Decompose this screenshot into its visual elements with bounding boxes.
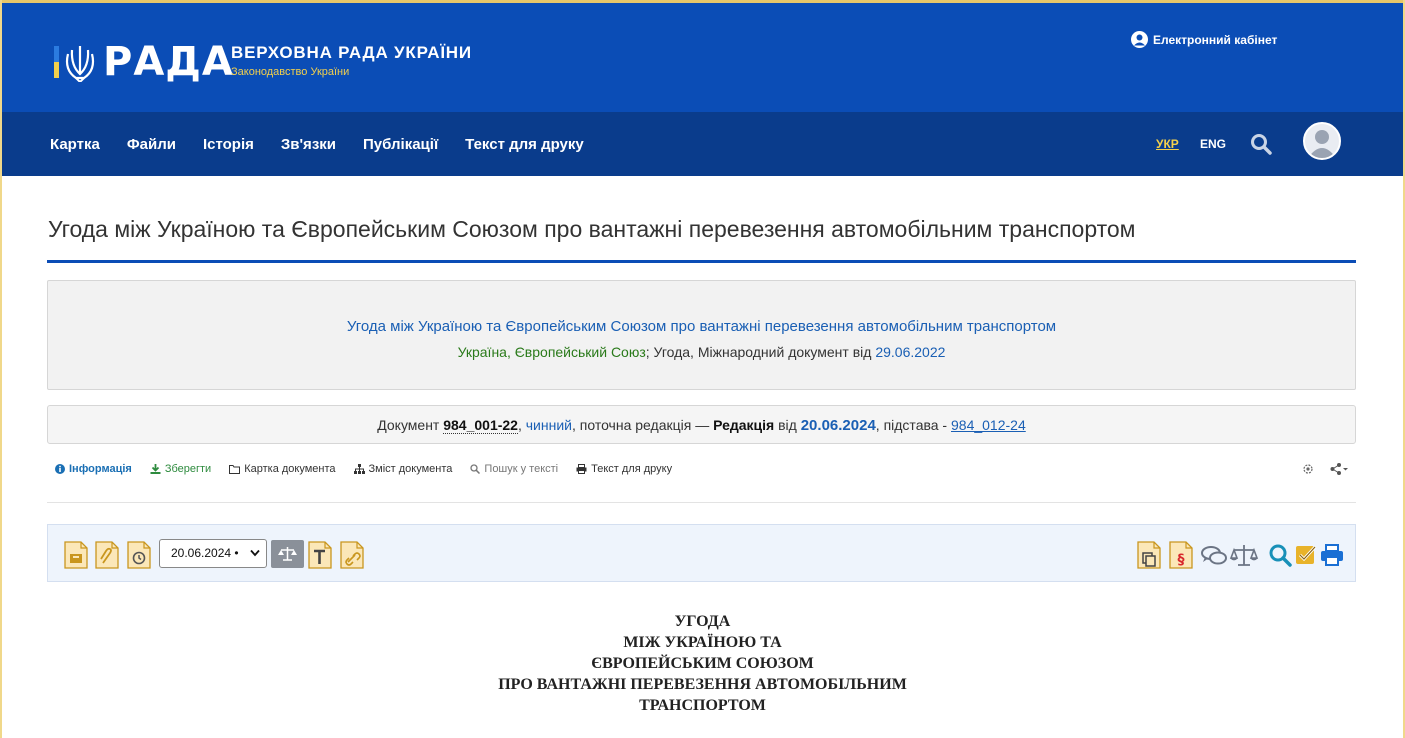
text-doc-icon[interactable] (308, 541, 332, 569)
comments-icon[interactable] (1200, 541, 1228, 569)
status-edition-date[interactable]: 20.06.2024 (801, 417, 876, 434)
tab-publications[interactable]: Публікації (363, 136, 438, 153)
card-action[interactable]: Картка документа (229, 463, 336, 475)
logo-wordmark[interactable]: РАДА (103, 40, 234, 84)
tab-card[interactable]: Картка (50, 136, 100, 153)
status-middle: , поточна редакція — (571, 417, 714, 433)
search-small-icon (470, 464, 481, 474)
info-icon (55, 464, 65, 474)
status-comma: , (517, 417, 526, 433)
doc-heading-line-5: ТРАНСПОРТОМ (639, 697, 766, 714)
edition-date-select[interactable]: 20.06.2024 • (159, 539, 267, 568)
print-icon[interactable] (1320, 541, 1344, 569)
info-document-meta: Україна, Європейський Союз; Угода, Міжна… (48, 344, 1355, 360)
folder-icon (229, 465, 241, 474)
contents-action[interactable]: Зміст документа (353, 463, 453, 475)
search-doc-icon[interactable] (1268, 541, 1292, 569)
link-doc-icon[interactable] (340, 541, 364, 569)
scales-icon (278, 547, 297, 561)
doc-heading-line-1: УГОДА (674, 613, 731, 630)
print-action-label: Текст для друку (591, 463, 673, 475)
status-state[interactable]: чинний (526, 417, 572, 433)
tab-history[interactable]: Історія (203, 136, 254, 153)
document-status-bar: Документ 984_001-22, чинний, поточна ред… (47, 405, 1356, 444)
nav-tabs: Картка Файли Історія Зв'язки Публікації … (50, 136, 584, 153)
site-title[interactable]: ВЕРХОВНА РАДА УКРАЇНИ (231, 43, 472, 63)
toolbar-right-controls (1302, 463, 1348, 475)
doc-heading-line-4: ПРО ВАНТАЖНІ ПЕРЕВЕЗЕННЯ АВТОМОБІЛЬНИМ (498, 676, 907, 693)
print-action[interactable]: Текст для друку (576, 463, 672, 475)
printer-icon (576, 464, 587, 474)
scales-compare-icon[interactable] (1229, 541, 1259, 569)
document-icon-bar: 20.06.2024 • § (47, 524, 1356, 582)
search-text-label: Пошук у тексті (484, 463, 559, 475)
save-action[interactable]: Зберегти (150, 463, 211, 475)
attachment-doc-icon[interactable] (95, 541, 119, 569)
site-subtitle[interactable]: Законодавство України (231, 66, 349, 78)
contents-action-label: Зміст документа (368, 463, 453, 475)
status-basis-label: , підстава - (875, 417, 951, 433)
compare-button[interactable] (271, 540, 304, 568)
copy-doc-icon[interactable] (1137, 541, 1161, 569)
paragraph-doc-icon[interactable]: § (1169, 541, 1193, 569)
info-parties-link[interactable]: Україна, Європейський Союз (458, 344, 646, 360)
tab-print-text[interactable]: Текст для друку (465, 136, 584, 153)
user-icon (1131, 31, 1148, 48)
info-action-label: Інформація (69, 463, 132, 475)
svg-text:§: § (1178, 552, 1185, 568)
info-document-title[interactable]: Угода між Україною та Європейським Союзо… (48, 318, 1355, 335)
chevron-down-icon (250, 549, 260, 557)
settings-icon[interactable] (1302, 463, 1314, 475)
history-doc-icon[interactable] (127, 541, 151, 569)
lang-eng[interactable]: ENG (1200, 137, 1226, 151)
avatar-icon (1308, 130, 1336, 158)
search-icon[interactable] (1250, 133, 1272, 155)
document-actions-toolbar: Інформація Зберегти Картка документа Змі… (55, 463, 672, 475)
status-prefix: Документ (377, 417, 444, 433)
status-from: від (774, 417, 801, 433)
lang-ukr[interactable]: УКР (1156, 137, 1179, 151)
toolbar-divider (47, 502, 1356, 503)
title-underline (47, 260, 1356, 263)
card-action-label: Картка документа (244, 463, 336, 475)
info-type: ; Угода, Міжнародний документ від (645, 344, 876, 360)
doc-heading-line-3: ЄВРОПЕЙСЬКИМ СОЮЗОМ (591, 655, 814, 672)
download-icon (150, 464, 161, 474)
tab-links[interactable]: Зв'язки (281, 136, 336, 153)
electronic-cabinet-link[interactable]: Електронний кабінет (1131, 31, 1277, 48)
trident-emblem-icon[interactable] (54, 44, 98, 82)
page-title: Угода між Україною та Європейським Союзо… (48, 216, 1136, 242)
tab-files[interactable]: Файли (127, 136, 176, 153)
search-text-action[interactable]: Пошук у тексті (470, 463, 558, 475)
share-icon[interactable] (1330, 463, 1348, 475)
checkbox-icon[interactable] (1294, 541, 1318, 569)
edition-date-value: 20.06.2024 • (171, 546, 239, 560)
document-info-box: Угода між Україною та Європейським Союзо… (47, 280, 1356, 390)
status-edition-label: Редакція (713, 417, 775, 433)
doc-heading-line-2: МІЖ УКРАЇНОЮ ТА (623, 634, 782, 651)
info-date-link[interactable]: 29.06.2022 (875, 344, 945, 360)
status-basis-link[interactable]: 984_012-24 (951, 417, 1026, 433)
cabinet-label: Електронний кабінет (1153, 32, 1278, 47)
save-action-label: Зберегти (164, 463, 212, 475)
archive-doc-icon[interactable] (64, 541, 88, 569)
avatar[interactable] (1303, 122, 1341, 160)
status-doc-number[interactable]: 984_001-22 (443, 417, 518, 434)
sitemap-icon (353, 464, 365, 474)
info-action[interactable]: Інформація (55, 463, 132, 475)
